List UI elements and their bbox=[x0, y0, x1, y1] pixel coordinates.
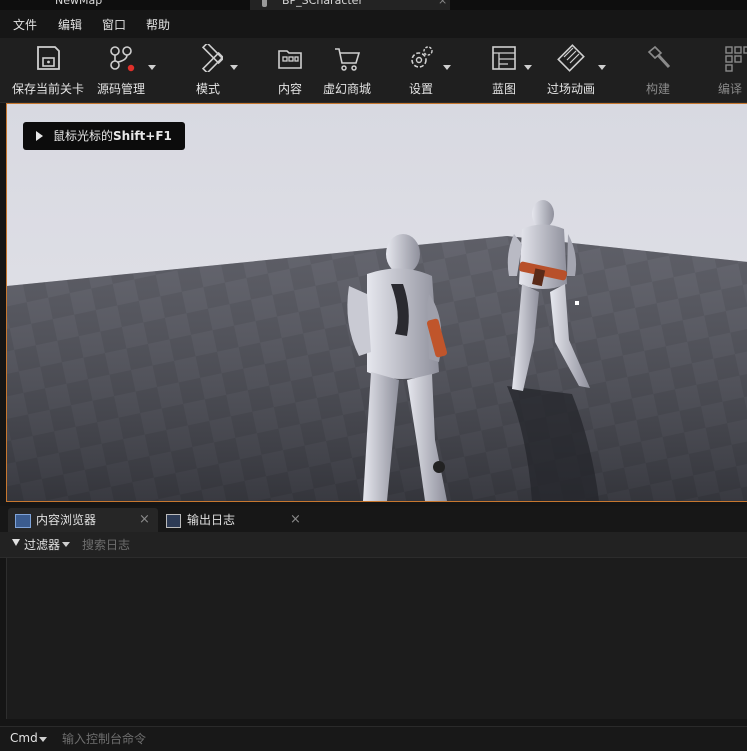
clapper-icon bbox=[557, 44, 585, 72]
build-button[interactable]: 构建 bbox=[640, 44, 676, 97]
compile-button[interactable]: 编译 bbox=[718, 44, 747, 97]
save-icon bbox=[37, 46, 60, 70]
settings-label: 设置 bbox=[408, 82, 433, 96]
cinematics-dropdown-icon[interactable] bbox=[598, 65, 606, 70]
level-viewport[interactable]: 鼠标光标的Shift+F1 bbox=[6, 103, 747, 502]
marketplace-label: 虚幻商城 bbox=[322, 82, 371, 96]
log-filter-bar: 过滤器 bbox=[0, 532, 747, 558]
cinematics-label: 过场动画 bbox=[546, 82, 595, 96]
menu-bar: 文件 编辑 窗口 帮助 bbox=[0, 10, 747, 38]
filter-icon bbox=[12, 539, 20, 546]
compile-icon bbox=[725, 46, 747, 72]
source-control-label: 源码管理 bbox=[96, 82, 145, 96]
menu-file[interactable]: 文件 bbox=[13, 16, 37, 33]
document-tab-strip: NewMap BP_SCharacter × bbox=[0, 0, 747, 10]
mouse-cursor-hint: 鼠标光标的Shift+F1 bbox=[23, 122, 185, 150]
tab-bp-scharacter-label: BP_SCharacter bbox=[282, 0, 363, 7]
settings-button[interactable]: 设置 bbox=[404, 44, 438, 97]
output-log-icon bbox=[166, 514, 181, 528]
source-control-button[interactable]: 源码管理 bbox=[94, 44, 148, 97]
cinematics-button[interactable]: 过场动画 bbox=[543, 44, 599, 97]
cmd-dropdown[interactable]: Cmd bbox=[10, 731, 38, 745]
content-label: 内容 bbox=[277, 82, 302, 96]
bottom-panel-tabs: 内容浏览器 × 输出日志 × bbox=[0, 506, 747, 532]
blueprint-icon bbox=[492, 46, 516, 70]
tab-bp-scharacter[interactable]: BP_SCharacter × bbox=[250, 0, 450, 10]
content-icon bbox=[278, 50, 302, 69]
hammer-icon bbox=[647, 45, 671, 69]
settings-dropdown-icon[interactable] bbox=[443, 65, 451, 70]
blueprints-dropdown-icon[interactable] bbox=[524, 65, 532, 70]
modes-dropdown-icon[interactable] bbox=[230, 65, 238, 70]
modes-button[interactable]: 模式 bbox=[190, 44, 226, 97]
search-log-input[interactable] bbox=[82, 537, 382, 553]
modes-label: 模式 bbox=[195, 82, 220, 96]
compile-label: 编译 bbox=[718, 82, 743, 96]
blueprints-button[interactable]: 蓝图 bbox=[487, 44, 521, 97]
console-command-input[interactable] bbox=[62, 731, 562, 747]
blueprints-label: 蓝图 bbox=[491, 82, 516, 96]
menu-edit[interactable]: 编辑 bbox=[58, 16, 82, 33]
close-content-browser-icon[interactable]: × bbox=[139, 508, 150, 532]
modes-icon bbox=[201, 44, 223, 72]
tab-output-log[interactable]: 输出日志 × bbox=[158, 508, 308, 532]
mouse-cursor-hint-key: Shift+F1 bbox=[113, 129, 172, 143]
tab-content-browser-label: 内容浏览器 bbox=[36, 513, 97, 527]
output-log-area[interactable] bbox=[6, 558, 747, 719]
cursor-icon bbox=[36, 131, 43, 141]
tab-output-log-label: 输出日志 bbox=[187, 513, 236, 527]
source-control-icon bbox=[110, 46, 135, 72]
filters-dropdown-icon bbox=[62, 542, 70, 547]
menu-window[interactable]: 窗口 bbox=[102, 16, 126, 33]
character-icon bbox=[262, 0, 267, 7]
viewport-scene bbox=[7, 104, 747, 501]
menu-help[interactable]: 帮助 bbox=[146, 16, 170, 33]
main-toolbar: 保存当前关卡 源码管理 模式 内容 虚幻商城 设置 蓝图 过场动画 构建 编译 bbox=[0, 38, 747, 103]
cmd-dropdown-icon[interactable] bbox=[39, 737, 47, 742]
mouse-cursor-hint-text: 鼠标光标的 bbox=[53, 129, 114, 143]
tab-content-browser[interactable]: 内容浏览器 × bbox=[8, 508, 158, 532]
content-button[interactable]: 内容 bbox=[272, 44, 308, 97]
close-output-log-icon[interactable]: × bbox=[290, 508, 301, 532]
gear-icon bbox=[411, 46, 433, 68]
source-status-dot bbox=[127, 64, 135, 72]
console-command-bar: Cmd bbox=[0, 726, 747, 751]
cart-icon bbox=[335, 48, 361, 71]
tab-newmap[interactable]: NewMap bbox=[55, 0, 102, 10]
filters-label: 过滤器 bbox=[24, 538, 61, 552]
marketplace-button[interactable]: 虚幻商城 bbox=[320, 44, 374, 97]
save-current-level-button[interactable]: 保存当前关卡 bbox=[12, 44, 84, 97]
save-current-level-label: 保存当前关卡 bbox=[12, 82, 85, 96]
source-control-dropdown-icon[interactable] bbox=[148, 65, 156, 70]
build-label: 构建 bbox=[645, 82, 670, 96]
close-tab-icon[interactable]: × bbox=[438, 0, 447, 10]
content-browser-icon bbox=[15, 514, 31, 528]
